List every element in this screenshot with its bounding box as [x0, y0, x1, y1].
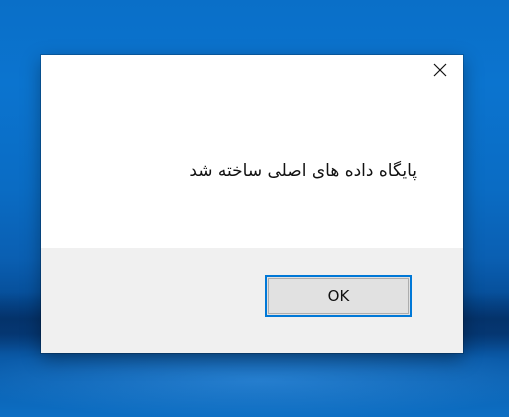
- ok-button-label: OK: [327, 287, 350, 305]
- dialog-button-area: OK: [41, 248, 463, 353]
- message-box-dialog: پایگاه داده های اصلی ساخته شد OK: [41, 55, 463, 353]
- dialog-message: پایگاه داده های اصلی ساخته شد: [189, 161, 417, 181]
- close-button[interactable]: [417, 55, 463, 85]
- ok-button[interactable]: OK: [265, 275, 412, 317]
- close-icon: [433, 63, 447, 77]
